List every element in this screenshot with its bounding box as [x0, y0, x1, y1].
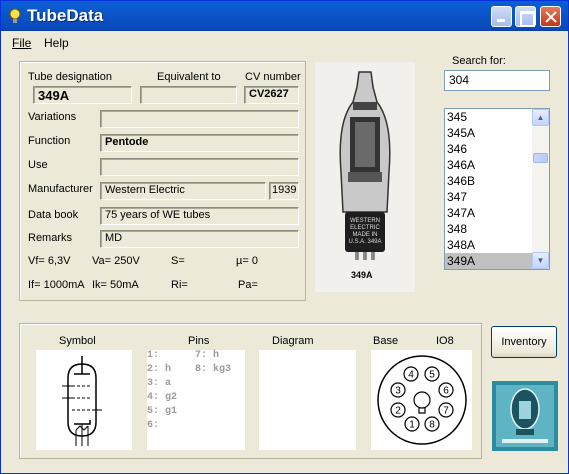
octal-base-icon: 12 34 56 78: [377, 355, 467, 445]
pin-list-item: 1:: [147, 350, 160, 361]
remarks-label: Remarks: [28, 232, 73, 244]
tube-photo: WESTERN ELECTRIC MADE IN U.S.A. 349A 349…: [315, 62, 415, 292]
use-field[interactable]: [100, 158, 299, 176]
remarks-field[interactable]: MD: [100, 230, 299, 248]
base-type: IO8: [436, 335, 454, 347]
photo-caption: 349A: [351, 270, 373, 280]
ik-value: Ik= 50mA: [92, 279, 139, 291]
base-pin-number: 7: [443, 406, 449, 417]
scroll-down-icon[interactable]: ▼: [532, 252, 549, 269]
base-label: Base: [373, 335, 399, 347]
pin-list-item: 5: g1: [147, 406, 178, 417]
maximize-button[interactable]: [515, 6, 536, 27]
designation-field[interactable]: 349A: [33, 86, 132, 104]
pa-value: Pa=: [238, 279, 258, 291]
vf-value: Vf= 6,3V: [28, 255, 71, 267]
manufacturer-label: Manufacturer: [28, 183, 93, 195]
if-value: If= 1000mA: [28, 279, 85, 291]
menu-bar: File Help: [1, 32, 568, 52]
list-scrollbar[interactable]: ▲ ▼: [532, 109, 549, 269]
tube-list-item[interactable]: 349A: [445, 253, 532, 269]
cv-field[interactable]: CV2627: [244, 86, 299, 104]
databook-label: Data book: [28, 209, 79, 221]
base-pin-number: 1: [409, 420, 415, 431]
pin-list-item: 6:: [147, 420, 160, 431]
search-label: Search for:: [452, 55, 506, 67]
tube-list-item[interactable]: 347: [445, 189, 532, 205]
pins-label: Pins: [188, 335, 210, 347]
menu-help[interactable]: Help: [44, 36, 69, 50]
ri-value: Ri=: [171, 279, 188, 291]
base-pin-number: 4: [408, 370, 414, 381]
tube-list-item[interactable]: 348: [445, 221, 532, 237]
equivalent-label: Equivalent to: [157, 71, 221, 83]
base-pin-number: 3: [395, 386, 401, 397]
tube-list-item[interactable]: 345A: [445, 125, 532, 141]
scroll-thumb[interactable]: [533, 153, 548, 163]
base-pin-number: 6: [443, 386, 449, 397]
tube-list-item[interactable]: 348A: [445, 237, 532, 253]
pin-list-item: 7: h: [195, 350, 220, 361]
diagram-label: Diagram: [272, 335, 314, 347]
year-field[interactable]: 1939: [269, 182, 299, 200]
pin-list-item: 2: h: [147, 364, 172, 375]
s-value: S=: [171, 255, 185, 267]
equivalent-field[interactable]: [140, 86, 237, 104]
base-pin-number: 2: [395, 406, 401, 417]
function-field[interactable]: Pentode: [100, 134, 299, 152]
tube-list[interactable]: 345 345A 346 346A 346B 347 347A 348 348A 349A ▲ ▼: [444, 108, 550, 270]
base-pin-number: 5: [429, 370, 435, 381]
pentode-symbol-icon: [62, 356, 102, 446]
tube-list-item[interactable]: 346A: [445, 157, 532, 173]
tube-list-item[interactable]: 345: [445, 109, 532, 125]
manufacturer-field[interactable]: Western Electric: [100, 182, 266, 200]
use-label: Use: [28, 159, 48, 171]
pins-box: 1: 2: h 3: a 4: g2 5: g1 6: 7: h 8: kg3: [147, 350, 245, 450]
cv-label: CV number: [245, 71, 301, 83]
base-pin-number: 8: [429, 420, 435, 431]
window-title: TubeData: [27, 6, 104, 25]
pin-list-item: 3: a: [147, 378, 172, 389]
menu-file[interactable]: File: [12, 36, 31, 50]
pin-list-item: 8: kg3: [195, 364, 232, 375]
scroll-up-icon[interactable]: ▲: [532, 109, 549, 126]
symbol-box: [36, 350, 132, 450]
tube-list-item[interactable]: 346: [445, 141, 532, 157]
function-label: Function: [28, 135, 71, 147]
mu-value: µ= 0: [236, 255, 258, 267]
main-window: TubeData File Help Tube designation Equi…: [0, 0, 569, 474]
tube-list-item[interactable]: 346B: [445, 173, 532, 189]
tube-list-item[interactable]: 347A: [445, 205, 532, 221]
close-button[interactable]: [540, 6, 561, 27]
lightbulb-icon: [9, 8, 21, 23]
tubedata-logo: [492, 381, 558, 451]
designation-label: Tube designation: [28, 71, 112, 83]
diagram-box: [259, 350, 356, 450]
symbol-label: Symbol: [59, 335, 96, 347]
minimize-button[interactable]: [491, 6, 512, 27]
variations-label: Variations: [28, 111, 77, 123]
base-diagram: 12 34 56 78: [371, 350, 472, 450]
search-input[interactable]: 304: [444, 70, 550, 91]
inventory-button[interactable]: Inventory: [491, 326, 557, 358]
va-value: Va= 250V: [92, 255, 140, 267]
variations-field[interactable]: [100, 110, 299, 128]
pin-list-item: 4: g2: [147, 392, 178, 403]
databook-field[interactable]: 75 years of WE tubes: [100, 207, 299, 225]
photo-base-text: WESTERN ELECTRIC MADE IN U.S.A. 349A: [348, 218, 382, 245]
title-bar[interactable]: TubeData: [1, 1, 568, 31]
